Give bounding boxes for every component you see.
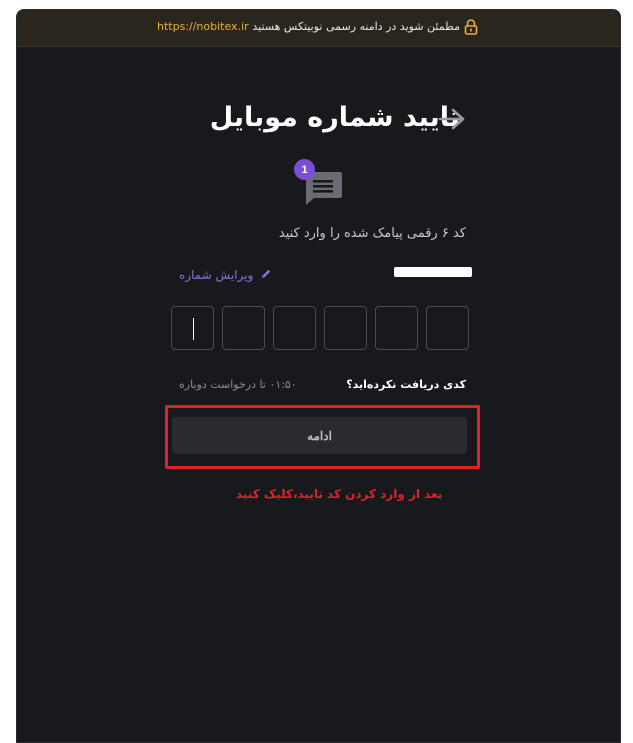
pencil-icon[interactable]: [260, 268, 272, 280]
page-frame: https://nobitex.ir مطمئن شوید در دامنه ر…: [16, 9, 621, 743]
otp-digit-input[interactable]: [426, 306, 469, 350]
masked-phone-number: [394, 267, 472, 277]
continue-button[interactable]: ادامه: [172, 417, 467, 454]
otp-digit-input[interactable]: [324, 306, 367, 350]
otp-digit-input[interactable]: [375, 306, 418, 350]
notification-badge: 1: [294, 159, 315, 180]
otp-digit-input[interactable]: [273, 306, 316, 350]
resend-question: کدی دریافت نکرده‌اید؟: [346, 378, 466, 391]
otp-digit-input[interactable]: [222, 306, 265, 350]
text-cursor: [193, 318, 194, 340]
annotation-instruction: بعد از وارد کردن کد تایید،کلیک کنید: [236, 487, 443, 501]
otp-input-group: [171, 306, 469, 352]
security-banner: https://nobitex.ir مطمئن شوید در دامنه ر…: [17, 10, 620, 47]
otp-digit-input[interactable]: [171, 306, 214, 350]
resend-timer: ۰۱:۵۰ تا درخواست دوباره: [179, 378, 297, 391]
back-arrow-icon[interactable]: [438, 107, 466, 131]
lock-icon: [464, 19, 478, 35]
page-title: تایید شماره موبایل: [209, 102, 460, 133]
official-url[interactable]: https://nobitex.ir: [157, 20, 249, 33]
otp-instruction: کد ۶ رقمی پیامک شده را وارد کنید: [278, 226, 466, 241]
edit-phone-link[interactable]: ویرایش شماره: [179, 268, 253, 282]
security-notice: مطمئن شوید در دامنه رسمی نوبیتکس هستید: [252, 20, 460, 33]
